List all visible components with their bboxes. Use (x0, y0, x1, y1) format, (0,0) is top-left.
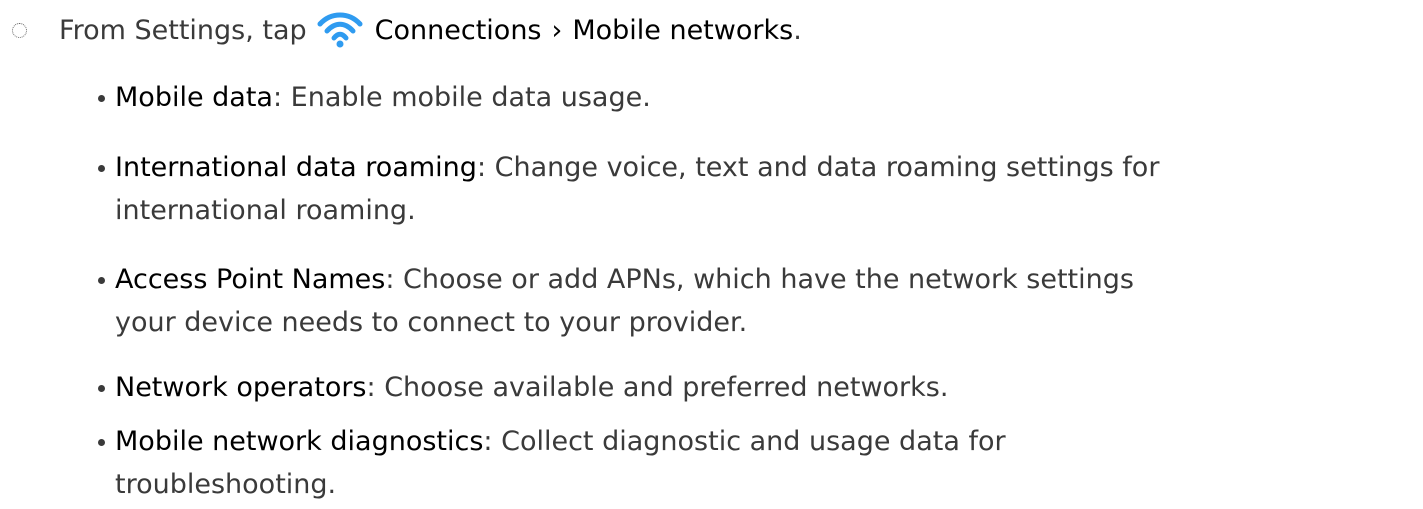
item-desc-line2: your device needs to connect to your pro… (115, 307, 748, 338)
item-desc-line2: troubleshooting. (115, 469, 337, 500)
item-desc-line2: international roaming. (115, 195, 416, 226)
list-item: Access Point Names: Choose or add APNs, … (98, 258, 1415, 344)
step-line: From Settings, tap Connections › Mobile … (0, 8, 802, 52)
item-term: Network operators (115, 372, 367, 403)
list-item: Network operators: Choose available and … (98, 366, 1415, 409)
item-desc-line1: : Change voice, text and data roaming se… (476, 152, 1160, 183)
bullet-icon (98, 165, 105, 172)
item-term: International data roaming (115, 152, 477, 183)
item-term: Access Point Names (115, 264, 386, 295)
step-prefix: From Settings, tap (59, 14, 307, 46)
bullet-icon (98, 95, 105, 102)
menu-mobile-networks: Mobile networks (572, 14, 794, 46)
item-desc-line1: : Choose or add APNs, which have the net… (385, 264, 1134, 295)
step-end: . (793, 14, 802, 46)
menu-connections: Connections (374, 14, 542, 46)
item-desc: : Enable mobile data usage. (272, 82, 651, 113)
list-item: Mobile data: Enable mobile data usage. (98, 76, 1415, 119)
item-desc-line1: : Collect diagnostic and usage data for (483, 426, 1006, 457)
bullet-icon (98, 385, 105, 392)
step-bullet-icon (12, 22, 27, 38)
wifi-icon (317, 12, 363, 48)
bullet-icon (98, 277, 105, 284)
list-item: International data roaming: Change voice… (98, 146, 1415, 232)
bullet-icon (98, 439, 105, 446)
chevron-right-icon: › (551, 14, 563, 46)
item-desc: : Choose available and preferred network… (366, 372, 949, 403)
item-term: Mobile network diagnostics (115, 426, 484, 457)
item-term: Mobile data (115, 82, 273, 113)
list-item: Mobile network diagnostics: Collect diag… (98, 420, 1415, 506)
